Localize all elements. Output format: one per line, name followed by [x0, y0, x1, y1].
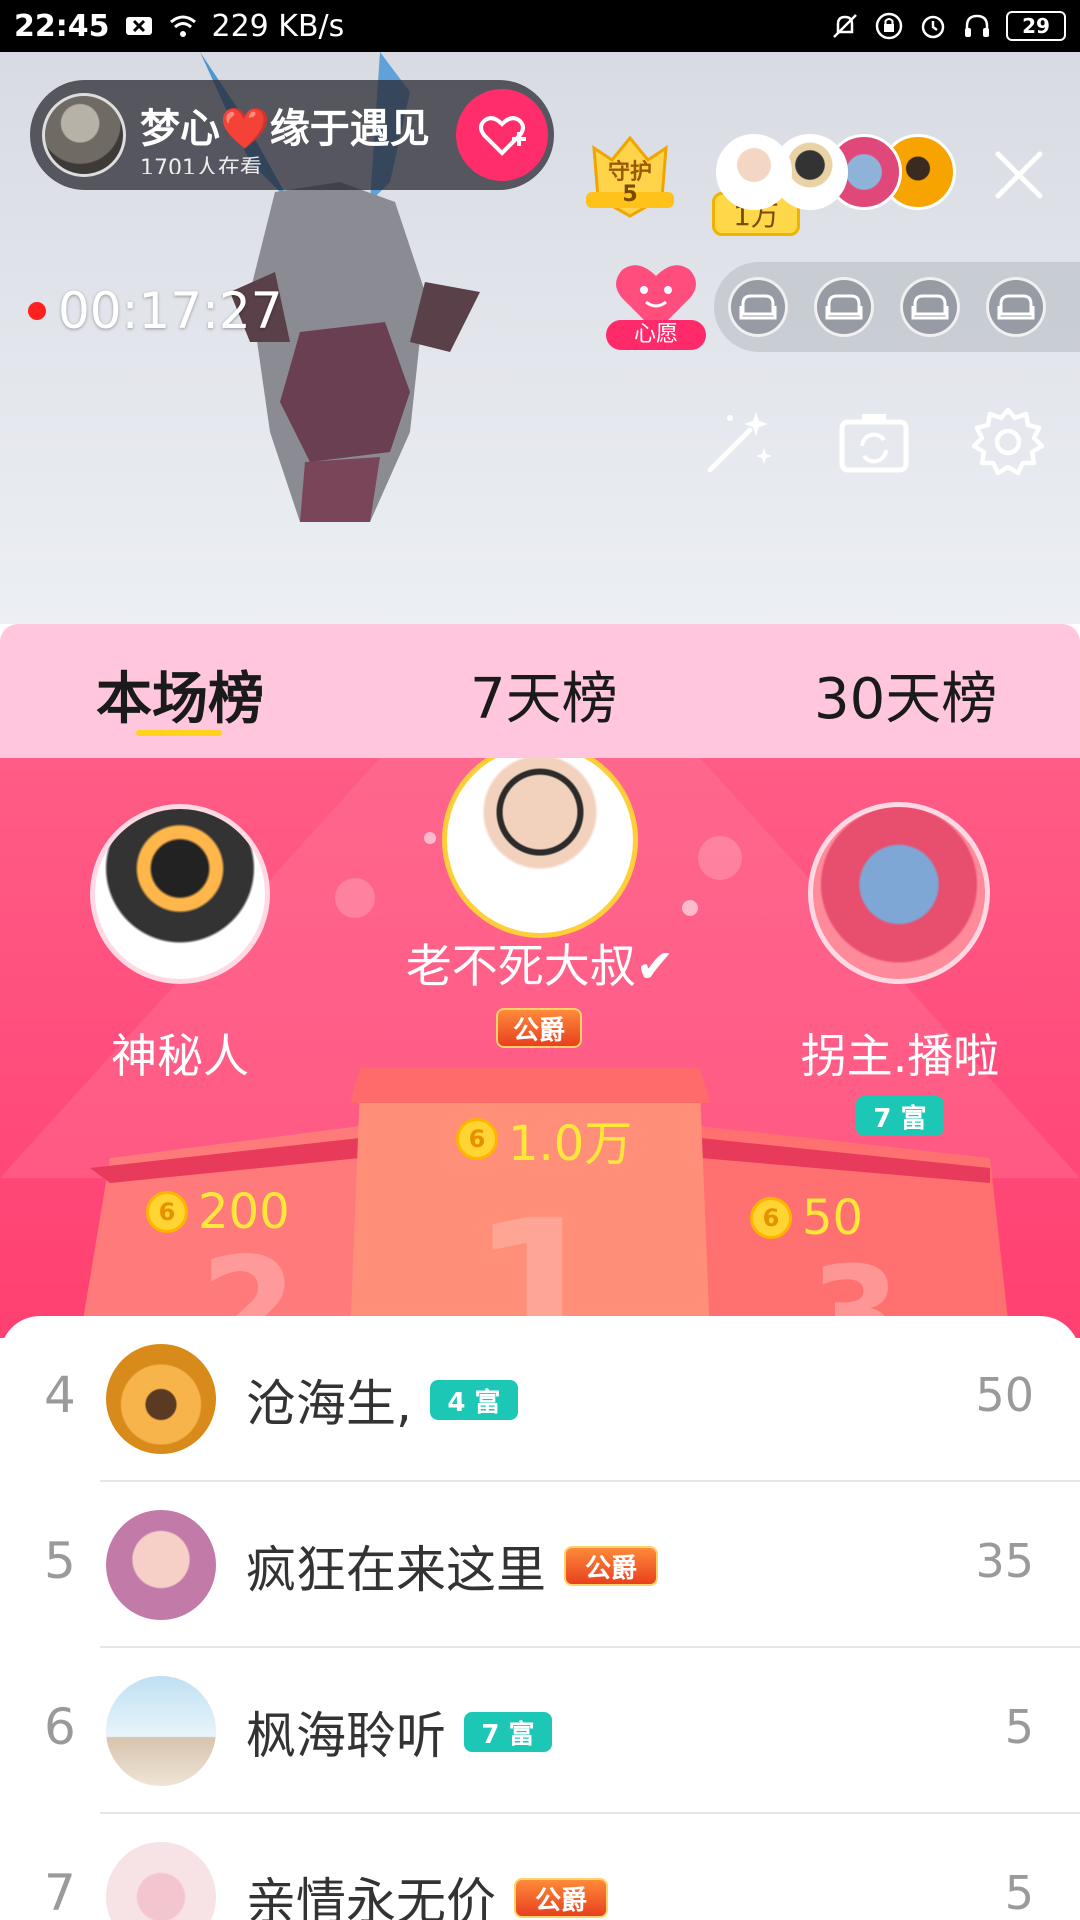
rank3-avatar[interactable]: [808, 802, 990, 984]
user-name: 沧海生,: [246, 1375, 412, 1433]
rich-level-badge: 4 富: [429, 1380, 518, 1420]
sofa-icon: [825, 294, 863, 320]
wifi-icon: [169, 15, 196, 37]
rank3-name: 拐主.播啦: [800, 1029, 1000, 1083]
tab-30-days[interactable]: 30天榜: [814, 654, 997, 735]
guard-badge[interactable]: 守护 5: [582, 132, 678, 220]
user-entry: 疯狂在来这里 公爵: [246, 1530, 658, 1602]
live-timer: 00:17:27: [28, 282, 283, 340]
user-name: 疯狂在来这里: [246, 1541, 546, 1599]
battery-indicator: 29: [1006, 11, 1066, 41]
headphones-icon: [965, 14, 989, 37]
user-name: 亲情永无价: [246, 1873, 496, 1920]
sofa-icon: [911, 294, 949, 320]
mic-seat[interactable]: [986, 277, 1046, 337]
rank-number: 4: [44, 1366, 76, 1424]
list-item[interactable]: 5 疯狂在来这里 公爵 35: [0, 1482, 1080, 1648]
rich-level-badge: 7 富: [464, 1712, 552, 1752]
rank3-rich-badge: 7 富: [856, 1096, 944, 1136]
contribution-value: 5: [1004, 1866, 1034, 1920]
rank-number: 6: [44, 1698, 76, 1756]
user-entry: 枫海聆听 7 富: [246, 1696, 552, 1768]
contribution-value: 35: [975, 1534, 1034, 1588]
user-avatar[interactable]: [106, 1842, 216, 1920]
status-time: 22:45: [14, 8, 110, 44]
mic-seat[interactable]: [900, 277, 960, 337]
live-video[interactable]: 梦心❤️缘于遇见 1701人在看 守护 5 1万 00:17:27 心愿: [0, 52, 1080, 624]
guard-count: 5: [622, 182, 638, 207]
settings-gear-icon[interactable]: [970, 404, 1046, 480]
rank1-duke-badge: 公爵: [496, 1008, 582, 1048]
host-viewer-count: 1701人在看: [140, 156, 262, 174]
mute-bell-icon: [833, 14, 857, 38]
beauty-wand-icon[interactable]: [700, 404, 776, 480]
notification-x-icon: [125, 17, 152, 35]
top-three-podium: 老不死大叔✔ 公爵 6 1.0万 1 神秘人 6 200 2 拐主.播啦 7 富…: [0, 758, 1080, 1338]
ranking-tabs: 本场榜 7天榜 30天榜: [0, 624, 1080, 758]
rank2-avatar[interactable]: [90, 804, 270, 984]
coin-icon: 6: [146, 1191, 188, 1233]
network-speed: 229 KB/s: [211, 8, 345, 44]
host-name: 梦心❤️缘于遇见: [140, 106, 430, 152]
user-avatar[interactable]: [106, 1510, 216, 1620]
rank1-score: 6 1.0万: [456, 1104, 632, 1174]
host-info-pill[interactable]: 梦心❤️缘于遇见 1701人在看: [30, 80, 554, 190]
rank1-name: 老不死大叔✔: [405, 939, 675, 993]
duke-badge: 公爵: [514, 1878, 608, 1918]
status-bar: 22:45 229 KB/s 29: [0, 0, 1080, 52]
rank-number: 5: [44, 1532, 76, 1590]
lock-rotation-icon: [875, 12, 903, 40]
alarm-icon: [921, 15, 945, 39]
user-entry: 亲情永无价 公爵: [246, 1862, 608, 1920]
user-name: 枫海聆听: [246, 1707, 446, 1765]
coin-icon: 6: [456, 1118, 498, 1160]
duke-badge: 公爵: [564, 1546, 658, 1586]
tab-7-days[interactable]: 7天榜: [470, 654, 618, 735]
tab-this-session[interactable]: 本场榜: [96, 654, 264, 735]
sofa-icon: [739, 294, 777, 320]
list-item[interactable]: 6 枫海聆听 7 富 5: [0, 1648, 1080, 1814]
coin-icon: 6: [750, 1197, 792, 1239]
rank1-place-number: 1: [470, 1178, 610, 1338]
sofa-icon: [997, 294, 1035, 320]
contribution-value: 5: [1004, 1700, 1034, 1754]
wish-button[interactable]: 心愿: [606, 256, 706, 352]
active-tab-indicator: [136, 730, 222, 736]
flip-camera-icon[interactable]: [836, 404, 912, 480]
user-avatar[interactable]: [106, 1676, 216, 1786]
list-item[interactable]: 4 沧海生, 4 富 50: [0, 1316, 1080, 1482]
contribution-value: 50: [975, 1368, 1034, 1422]
rank-number: 7: [44, 1864, 76, 1920]
wish-label: 心愿: [606, 320, 706, 350]
close-icon[interactable]: [990, 146, 1048, 204]
mic-seat[interactable]: [814, 277, 874, 337]
user-avatar[interactable]: [106, 1344, 216, 1454]
rank-list: 4 沧海生, 4 富 50 5 疯狂在来这里 公爵 35 6 枫海聆听 7 富 …: [0, 1316, 1080, 1920]
list-item[interactable]: 7 亲情永无价 公爵 5: [0, 1814, 1080, 1920]
follow-button[interactable]: [456, 89, 548, 181]
mic-seat-strip: [714, 262, 1080, 352]
user-entry: 沧海生, 4 富: [246, 1364, 518, 1436]
recording-dot: [28, 302, 46, 320]
audience-avatar[interactable]: [716, 134, 792, 210]
host-avatar[interactable]: [42, 93, 126, 177]
mic-seat[interactable]: [728, 277, 788, 337]
rank2-name: 神秘人: [111, 1029, 249, 1083]
timer-value: 00:17:27: [58, 282, 283, 340]
heart-plus-icon: [479, 116, 526, 156]
